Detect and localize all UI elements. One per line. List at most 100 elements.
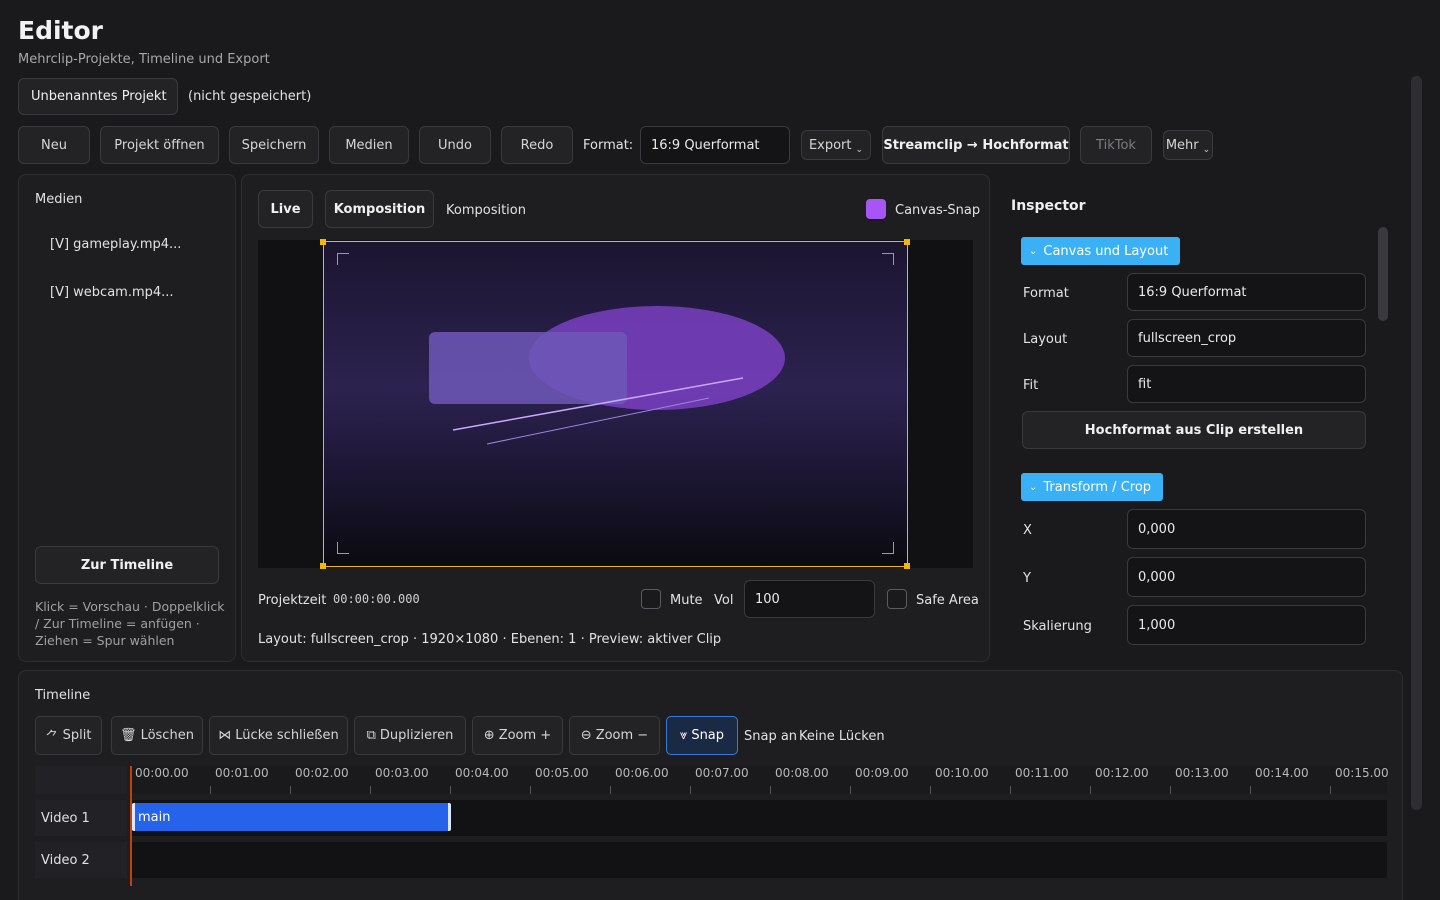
close-gap-button[interactable]: ⋈ Lücke schließen: [209, 716, 348, 755]
zoom-in-button[interactable]: ⊕ Zoom +: [472, 716, 563, 755]
close-gap-label: Lücke schließen: [235, 728, 339, 743]
tab-komposition[interactable]: Komposition: [325, 190, 434, 228]
selection-frame[interactable]: [323, 241, 908, 567]
ruler-tick-label: 00:11.00: [1015, 766, 1069, 780]
page-scrollbar[interactable]: [1411, 76, 1422, 810]
ruler-tick-mark: [930, 786, 931, 794]
export-dropdown[interactable]: Export ⌄: [801, 130, 871, 160]
snap-label: Snap: [691, 728, 725, 743]
to-timeline-button[interactable]: Zur Timeline: [35, 546, 219, 584]
ruler-tick-label: 00:08.00: [775, 766, 829, 780]
format-label: Format:: [583, 138, 634, 153]
ruler-tick-label: 00:10.00: [935, 766, 989, 780]
safe-corner-marker: [337, 542, 349, 554]
ruler-tick-mark: [370, 786, 371, 794]
inspector-title: Inspector: [1011, 198, 1086, 214]
inspector-layout-select[interactable]: fullscreen_crop: [1127, 319, 1366, 357]
ruler-tick-mark: [1330, 786, 1331, 794]
ruler-tick-label: 00:13.00: [1175, 766, 1229, 780]
ruler-tick-mark: [770, 786, 771, 794]
zoom-in-label: Zoom +: [498, 728, 552, 743]
ruler-header: [35, 766, 127, 794]
resize-handle[interactable]: [904, 239, 910, 245]
projektzeit-label: Projektzeit: [258, 593, 327, 608]
clip-name: main: [138, 809, 171, 825]
media-panel-title: Medien: [35, 192, 83, 207]
undo-button[interactable]: Undo: [419, 126, 491, 164]
close-gap-icon: ⋈: [218, 728, 232, 743]
format-select[interactable]: 16:9 Querformat: [640, 126, 790, 164]
track-label-video-2: Video 2: [35, 842, 127, 878]
playhead[interactable]: [130, 766, 132, 886]
ruler-tick-label: 00:15.00: [1335, 766, 1389, 780]
chevron-down-icon: ⌄: [1029, 245, 1038, 257]
streamclip-hochformat-button[interactable]: Streamclip → Hochformat: [882, 126, 1070, 164]
delete-button[interactable]: 🗑 Löschen: [111, 716, 203, 755]
ruler-tick-mark: [1090, 786, 1091, 794]
tiktok-button[interactable]: TikTok: [1080, 126, 1152, 164]
ruler-tick-mark: [1170, 786, 1171, 794]
timeline-ruler[interactable]: 00:00.00 00:01.00 00:02.00 00:03.00 00:0…: [130, 766, 1389, 794]
copy-icon: ⧉: [366, 728, 376, 743]
timeline-title: Timeline: [35, 688, 91, 703]
tab-live[interactable]: Live: [258, 190, 313, 228]
inspector-format-label: Format: [1023, 286, 1069, 301]
inspector-y-label: Y: [1023, 571, 1031, 586]
ruler-tick-label: 00:01.00: [215, 766, 269, 780]
section-canvas-layout-label: Canvas und Layout: [1043, 243, 1169, 259]
mute-checkbox[interactable]: [641, 589, 661, 609]
inspector-format-select[interactable]: 16:9 Querformat: [1127, 273, 1366, 311]
media-item[interactable]: [V] webcam.mp4...: [50, 285, 174, 300]
snap-at-label: Snap an: [744, 729, 798, 744]
safe-corner-marker: [882, 253, 894, 265]
new-button[interactable]: Neu: [18, 126, 90, 164]
redo-button[interactable]: Redo: [501, 126, 573, 164]
timeline-clip[interactable]: main: [132, 803, 451, 831]
media-button[interactable]: Medien: [329, 126, 409, 164]
more-label: Mehr: [1165, 137, 1199, 153]
safe-corner-marker: [337, 253, 349, 265]
ruler-tick-label: 00:14.00: [1255, 766, 1309, 780]
resize-handle[interactable]: [904, 563, 910, 569]
media-hint: Klick = Vorschau · Doppelklick / Zur Tim…: [35, 599, 225, 648]
ruler-tick-mark: [690, 786, 691, 794]
resize-handle[interactable]: [320, 563, 326, 569]
safe-area-checkbox[interactable]: [887, 589, 907, 609]
projektzeit-value: 00:00:00.000: [333, 592, 420, 606]
resize-handle[interactable]: [320, 239, 326, 245]
hochformat-from-clip-button[interactable]: Hochformat aus Clip erstellen: [1022, 411, 1366, 449]
inspector-fit-select[interactable]: fit: [1127, 365, 1366, 403]
project-save-status: (nicht gespeichert): [188, 89, 312, 104]
ruler-tick-mark: [1010, 786, 1011, 794]
page-subtitle: Mehrclip-Projekte, Timeline und Export: [18, 52, 270, 67]
inspector-x-input[interactable]: 0,000: [1127, 509, 1366, 549]
ruler-tick-mark: [450, 786, 451, 794]
inspector-fit-label: Fit: [1023, 378, 1039, 393]
more-dropdown[interactable]: Mehr ⌄: [1163, 130, 1213, 160]
zoom-out-label: Zoom −: [595, 728, 649, 743]
duplicate-button[interactable]: ⧉ Duplizieren: [354, 716, 466, 755]
open-project-button[interactable]: Projekt öffnen: [100, 126, 219, 164]
snap-icon: ⩔: [679, 728, 688, 743]
preview-mode-label: Komposition: [446, 203, 526, 218]
section-transform-crop[interactable]: ⌄ Transform / Crop: [1021, 473, 1164, 501]
mute-label: Mute: [670, 593, 703, 608]
snap-toggle[interactable]: ⩔ Snap: [666, 716, 738, 755]
media-item[interactable]: [V] gameplay.mp4...: [50, 237, 181, 252]
section-canvas-layout[interactable]: ⌄ Canvas und Layout: [1021, 237, 1181, 265]
zoom-out-button[interactable]: ⊖ Zoom −: [569, 716, 660, 755]
zoom-in-icon: ⊕: [483, 728, 495, 743]
canvas-snap-checkbox[interactable]: [866, 199, 886, 219]
chevron-down-icon: ⌄: [855, 145, 864, 155]
no-gaps-label[interactable]: Keine Lücken: [799, 729, 885, 744]
volume-input[interactable]: 100: [744, 580, 875, 618]
inspector-y-input[interactable]: 0,000: [1127, 557, 1366, 597]
delete-label: Löschen: [140, 728, 194, 743]
inspector-scrollbar[interactable]: [1378, 227, 1388, 321]
save-button[interactable]: Speichern: [229, 126, 319, 164]
split-button[interactable]: ⺈ Split: [35, 716, 102, 755]
inspector-scale-input[interactable]: 1,000: [1127, 605, 1366, 645]
track-video-2[interactable]: [130, 842, 1387, 878]
project-name-field[interactable]: Unbenanntes Projekt: [18, 78, 178, 115]
zoom-out-icon: ⊖: [580, 728, 592, 743]
